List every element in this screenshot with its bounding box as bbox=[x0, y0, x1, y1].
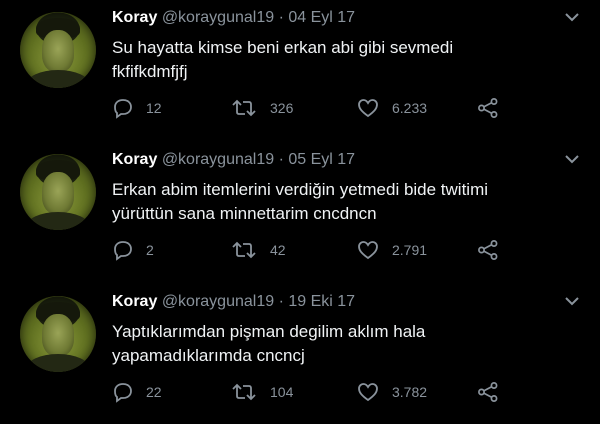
avatar-face bbox=[42, 172, 74, 214]
retweet-count: 104 bbox=[270, 384, 294, 400]
user-handle[interactable]: @koraygunal19 bbox=[162, 151, 274, 168]
tweet-text: Su hayatta kimse beni erkan abi gibi sev… bbox=[112, 36, 572, 84]
chevron-down-icon[interactable] bbox=[562, 10, 582, 24]
retweet-button[interactable]: 104 bbox=[230, 380, 293, 404]
tweet-actions: 2 42 2.791 bbox=[112, 238, 532, 262]
share-button[interactable] bbox=[476, 96, 500, 120]
like-button[interactable]: 3.782 bbox=[356, 380, 427, 404]
separator: · bbox=[278, 9, 284, 26]
tweet-date[interactable]: 05 Eyl 17 bbox=[288, 151, 355, 168]
tweet-header: Koray @koraygunal19 · 05 Eyl 17 bbox=[112, 151, 355, 169]
avatar-shoulders bbox=[26, 212, 90, 230]
tweet-text: Yaptıklarımdan pişman degilim aklım hala… bbox=[112, 320, 572, 368]
retweet-count: 326 bbox=[270, 100, 294, 116]
tweet-text-line: Yaptıklarımdan pişman degilim aklım hala bbox=[112, 322, 426, 341]
reply-button[interactable]: 22 bbox=[112, 380, 162, 404]
tweet-text: Erkan abim itemlerini verdiğin yetmedi b… bbox=[112, 178, 572, 226]
tweet-actions: 22 104 3.782 bbox=[112, 380, 532, 404]
reply-icon bbox=[114, 241, 132, 261]
avatar[interactable] bbox=[20, 12, 96, 88]
share-button[interactable] bbox=[476, 238, 500, 262]
avatar-face bbox=[42, 30, 74, 72]
tweet-text-line: fkfifkdmfjfj bbox=[112, 62, 188, 81]
separator: · bbox=[278, 293, 284, 310]
chevron-down-icon[interactable] bbox=[562, 152, 582, 166]
like-button[interactable]: 6.233 bbox=[356, 96, 427, 120]
reply-button[interactable]: 12 bbox=[112, 96, 162, 120]
chevron-down-icon[interactable] bbox=[562, 294, 582, 308]
like-count: 3.782 bbox=[392, 384, 428, 400]
avatar[interactable] bbox=[20, 154, 96, 230]
avatar-face bbox=[42, 314, 74, 356]
tweet-feed: Koray @koraygunal19 · 04 Eyl 17 Su hayat… bbox=[0, 0, 600, 420]
tweet-date[interactable]: 19 Eki 17 bbox=[288, 293, 355, 310]
reply-button[interactable]: 2 bbox=[112, 238, 154, 262]
share-icon bbox=[478, 98, 498, 118]
tweet[interactable]: Koray @koraygunal19 · 05 Eyl 17 Erkan ab… bbox=[0, 142, 600, 282]
share-icon bbox=[478, 240, 498, 260]
user-handle[interactable]: @koraygunal19 bbox=[162, 293, 274, 310]
avatar[interactable] bbox=[20, 296, 96, 372]
tweet-header: Koray @koraygunal19 · 19 Eki 17 bbox=[112, 293, 355, 311]
retweet-button[interactable]: 42 bbox=[230, 238, 286, 262]
tweet-text-line: yapamadıklarımda cncncj bbox=[112, 346, 305, 365]
reply-icon bbox=[114, 383, 132, 403]
reply-count: 2 bbox=[146, 242, 154, 258]
tweet-text-line: Erkan abim itemlerini verdiğin yetmedi b… bbox=[112, 180, 489, 199]
retweet-count: 42 bbox=[270, 242, 286, 258]
like-icon bbox=[358, 99, 378, 118]
share-button[interactable] bbox=[476, 380, 500, 404]
user-name[interactable]: Koray bbox=[112, 293, 157, 310]
reply-icon bbox=[114, 99, 132, 119]
tweet-header: Koray @koraygunal19 · 04 Eyl 17 bbox=[112, 9, 355, 27]
user-name[interactable]: Koray bbox=[112, 151, 157, 168]
separator: · bbox=[278, 151, 284, 168]
retweet-icon bbox=[232, 241, 256, 259]
tweet-date[interactable]: 04 Eyl 17 bbox=[288, 9, 355, 26]
user-name[interactable]: Koray bbox=[112, 9, 157, 26]
avatar-shoulders bbox=[26, 354, 90, 372]
tweet-text-line: Su hayatta kimse beni erkan abi gibi sev… bbox=[112, 38, 454, 57]
tweet-text-line: yürüttün sana minnettarim cncdncn bbox=[112, 204, 377, 223]
reply-count: 12 bbox=[146, 100, 162, 116]
tweet-actions: 12 326 6.233 bbox=[112, 96, 532, 120]
retweet-icon bbox=[232, 383, 256, 401]
reply-count: 22 bbox=[146, 384, 162, 400]
share-icon bbox=[478, 382, 498, 402]
avatar-shoulders bbox=[26, 70, 90, 88]
retweet-button[interactable]: 326 bbox=[230, 96, 293, 120]
like-icon bbox=[358, 241, 378, 260]
like-button[interactable]: 2.791 bbox=[356, 238, 427, 262]
tweet[interactable]: Koray @koraygunal19 · 19 Eki 17 Yaptıkla… bbox=[0, 284, 600, 424]
like-count: 2.791 bbox=[392, 242, 428, 258]
like-count: 6.233 bbox=[392, 100, 428, 116]
like-icon bbox=[358, 383, 378, 402]
user-handle[interactable]: @koraygunal19 bbox=[162, 9, 274, 26]
tweet[interactable]: Koray @koraygunal19 · 04 Eyl 17 Su hayat… bbox=[0, 0, 600, 140]
retweet-icon bbox=[232, 99, 256, 117]
